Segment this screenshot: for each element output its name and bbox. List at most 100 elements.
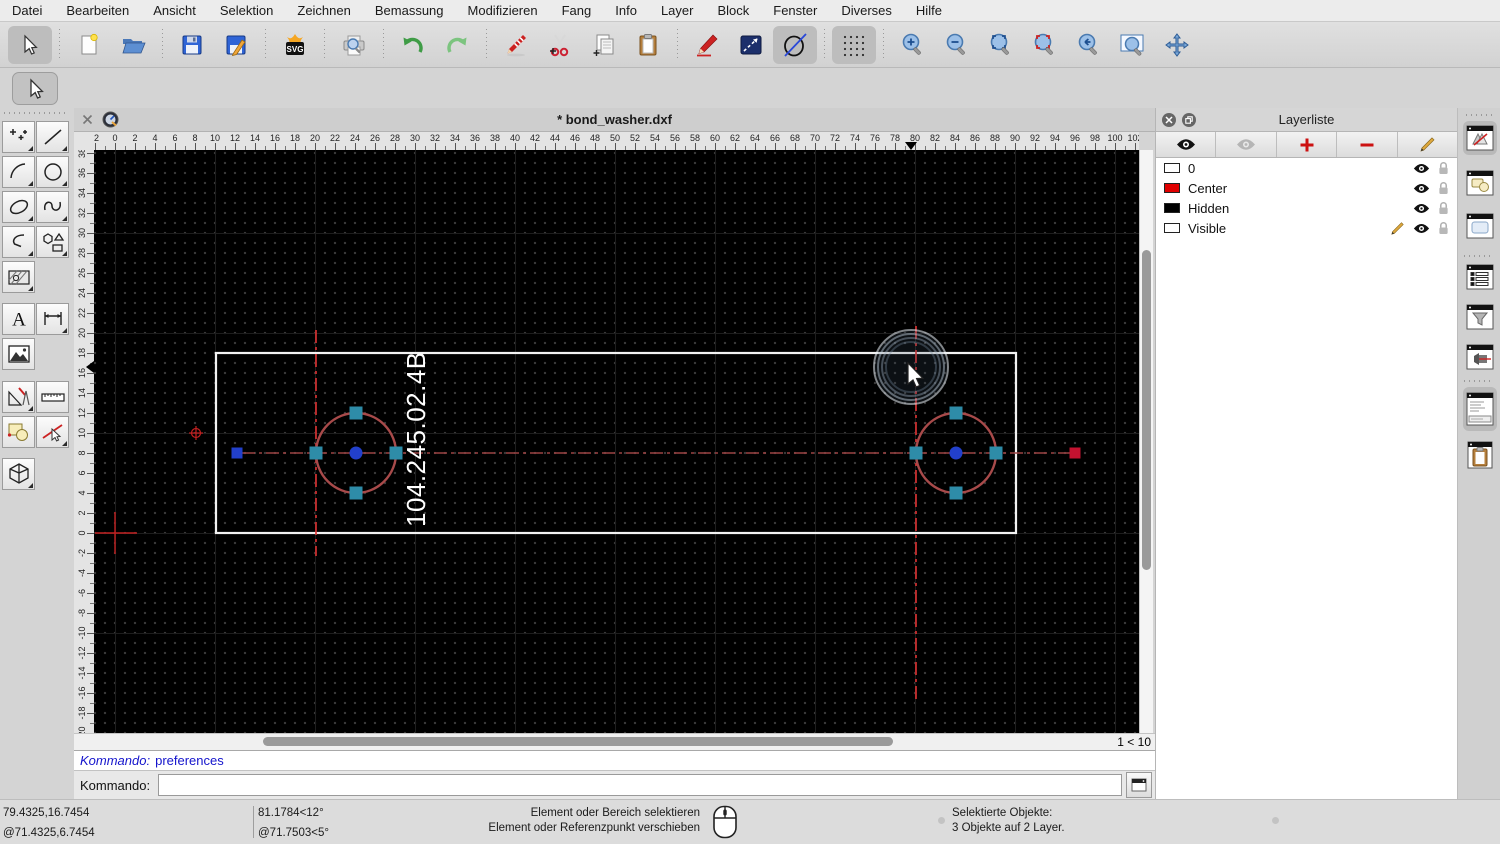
circle-line-tool-icon[interactable]	[773, 25, 817, 64]
remove-layer-button[interactable]	[1337, 132, 1398, 157]
solid-3d-tool[interactable]	[2, 458, 35, 490]
layer-lock-icon[interactable]	[1438, 181, 1449, 195]
layer-list-panel-button[interactable]	[1463, 121, 1497, 155]
layer-row-visible[interactable]: Visible	[1156, 218, 1457, 238]
horizontal-scrollbar-thumb[interactable]	[263, 737, 893, 746]
centerline-end-handle[interactable]	[1069, 447, 1081, 459]
save-as-icon[interactable]	[214, 26, 258, 64]
arc-tool[interactable]	[2, 156, 35, 188]
spline-tool[interactable]	[36, 191, 69, 223]
block-list-panel-button[interactable]	[1463, 166, 1497, 200]
pan-icon[interactable]	[1155, 26, 1199, 64]
layer-row-0[interactable]: 0	[1156, 158, 1457, 178]
menu-item-fenster[interactable]: Fenster	[773, 3, 817, 18]
edit-layer-button[interactable]	[1398, 132, 1457, 157]
drawing-canvas[interactable]: 104.245.02.4B	[94, 150, 1139, 733]
block-tool[interactable]	[2, 416, 35, 448]
annotation-text[interactable]: 104.245.02.4B	[401, 351, 431, 527]
hatch-tool[interactable]	[2, 261, 35, 293]
paste-icon[interactable]	[626, 26, 670, 64]
zoom-previous-icon[interactable]	[1067, 26, 1111, 64]
zoom-selection-icon[interactable]	[1023, 26, 1067, 64]
image-tool[interactable]	[2, 338, 35, 370]
layer-lock-icon[interactable]	[1438, 221, 1449, 235]
dimension-tool[interactable]	[36, 303, 69, 335]
centerline-start-handle[interactable]	[231, 447, 243, 459]
circle-tool[interactable]	[36, 156, 69, 188]
command-window-toggle-button[interactable]	[1126, 772, 1152, 798]
cut-icon[interactable]	[538, 26, 582, 64]
view-list-panel-button[interactable]	[1463, 209, 1497, 243]
layer-color-swatch[interactable]	[1164, 183, 1180, 193]
layer-color-swatch[interactable]	[1164, 223, 1180, 233]
save-icon[interactable]	[170, 26, 214, 64]
menu-item-datei[interactable]: Datei	[12, 3, 42, 18]
menu-item-block[interactable]: Block	[717, 3, 749, 18]
dock-handle[interactable]	[1466, 114, 1494, 116]
print-preview-icon[interactable]	[332, 26, 376, 64]
menu-item-info[interactable]: Info	[615, 3, 637, 18]
layer-visibility-icon[interactable]	[1413, 223, 1430, 234]
modify-tool[interactable]	[36, 416, 69, 448]
shapes-tool[interactable]	[36, 226, 69, 258]
layer-visibility-icon[interactable]	[1413, 183, 1430, 194]
show-all-layers-button[interactable]	[1156, 132, 1217, 157]
polyline-mode-icon[interactable]	[729, 26, 773, 64]
new-file-icon[interactable]	[67, 26, 111, 64]
menu-item-modifizieren[interactable]: Modifizieren	[468, 3, 538, 18]
zoom-in-icon[interactable]	[891, 26, 935, 64]
layer-color-swatch[interactable]	[1164, 163, 1180, 173]
menu-item-bearbeiten[interactable]: Bearbeiten	[66, 3, 129, 18]
text-tool[interactable]: A	[2, 303, 35, 335]
polyline-tool[interactable]	[2, 226, 35, 258]
zoom-out-icon[interactable]	[935, 26, 979, 64]
command-line-panel-button[interactable]	[1463, 387, 1497, 431]
points-tool[interactable]	[2, 121, 35, 153]
add-layer-button[interactable]	[1277, 132, 1338, 157]
delete-icon[interactable]	[494, 26, 538, 64]
panel-close-icon[interactable]	[1162, 112, 1176, 127]
grid-toggle-icon[interactable]	[832, 25, 876, 64]
left-circle-center-handle[interactable]	[349, 446, 363, 460]
menu-item-diverses[interactable]: Diverses	[841, 3, 892, 18]
right-circle-center-handle[interactable]	[949, 446, 963, 460]
clipboard-panel-button[interactable]	[1463, 438, 1497, 472]
layer-lock-icon[interactable]	[1438, 161, 1449, 175]
palette-select-tool[interactable]	[12, 72, 58, 105]
command-input[interactable]	[158, 774, 1122, 796]
menu-item-fang[interactable]: Fang	[562, 3, 592, 18]
hide-all-layers-button[interactable]	[1216, 132, 1277, 157]
selection-filter-panel-button[interactable]	[1463, 300, 1497, 334]
redo-icon[interactable]	[435, 26, 479, 64]
menu-item-hilfe[interactable]: Hilfe	[916, 3, 942, 18]
menu-item-bemassung[interactable]: Bemassung	[375, 3, 444, 18]
layer-row-center[interactable]: Center	[1156, 178, 1457, 198]
undo-icon[interactable]	[391, 26, 435, 64]
copy-icon[interactable]	[582, 26, 626, 64]
vertical-scrollbar[interactable]	[1139, 150, 1153, 733]
layer-visibility-icon[interactable]	[1413, 163, 1430, 174]
layer-color-swatch[interactable]	[1164, 203, 1180, 213]
property-editor-panel-button[interactable]	[1463, 260, 1497, 294]
line-tool[interactable]	[36, 121, 69, 153]
drafting-tools[interactable]	[2, 381, 35, 413]
svg-export-icon[interactable]: SVG	[273, 26, 317, 64]
select-tool-button[interactable]	[8, 25, 52, 64]
menu-item-layer[interactable]: Layer	[661, 3, 694, 18]
palette-handle[interactable]	[4, 112, 66, 114]
vertical-scrollbar-thumb[interactable]	[1142, 250, 1151, 570]
panel-undock-icon[interactable]	[1182, 112, 1196, 127]
draw-mode-icon[interactable]	[685, 26, 729, 64]
ellipse-tool[interactable]	[2, 191, 35, 223]
menu-item-ansicht[interactable]: Ansicht	[153, 3, 196, 18]
open-file-icon[interactable]	[111, 26, 155, 64]
layer-visibility-icon[interactable]	[1413, 203, 1430, 214]
tab-close-icon[interactable]	[82, 114, 93, 125]
menu-item-selektion[interactable]: Selektion	[220, 3, 273, 18]
layer-lock-icon[interactable]	[1438, 201, 1449, 215]
layer-row-hidden[interactable]: Hidden	[1156, 198, 1457, 218]
horizontal-scrollbar[interactable]: 1 < 10	[74, 733, 1155, 750]
library-browser-panel-button[interactable]	[1463, 340, 1497, 374]
menu-item-zeichnen[interactable]: Zeichnen	[297, 3, 350, 18]
measure-tool[interactable]	[36, 381, 69, 413]
